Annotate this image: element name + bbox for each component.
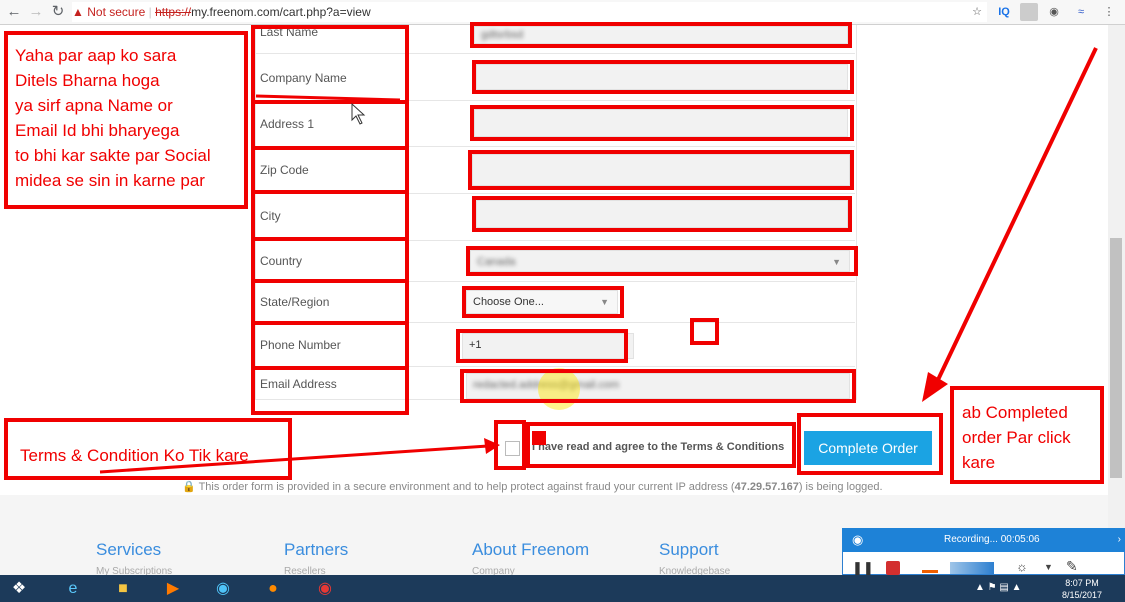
audio-level-indicator [922, 570, 938, 573]
annotation-arrows [99, 47, 1098, 474]
recorder-titlebar[interactable]: ◉ Recording... 00:05:06 › [842, 528, 1125, 552]
dropdown-arrow-icon[interactable]: ▼ [1044, 562, 1053, 572]
recording-status: Recording... 00:05:06 [944, 534, 1040, 545]
start-button-icon[interactable]: ❖ [4, 577, 34, 601]
annotation-stroke [255, 94, 401, 102]
internet-explorer-icon[interactable]: e [58, 577, 88, 601]
clock-time: 8:07 PM [1065, 578, 1099, 588]
clock-date: 8/15/2017 [1061, 590, 1103, 600]
chrome-icon[interactable]: ◉ [310, 577, 340, 601]
system-clock[interactable]: 8:07 PM 8/15/2017 [1058, 577, 1106, 601]
mouse-cursor-icon [351, 102, 366, 125]
file-explorer-icon[interactable]: ■ [108, 577, 138, 601]
webcam-icon[interactable]: ☼ [1016, 559, 1028, 574]
recorder-logo-icon: ◉ [852, 532, 864, 547]
volume-slider[interactable] [950, 562, 994, 574]
firefox-icon[interactable]: ● [258, 577, 288, 601]
arrow-head [484, 438, 500, 454]
tray-icons[interactable]: ▲ ⚑ ▤ ▲ [975, 582, 1022, 593]
collapse-icon[interactable]: › [1118, 528, 1121, 552]
arrow-head [922, 372, 948, 402]
media-player-icon[interactable]: ▶ [158, 577, 188, 601]
pause-icon[interactable]: ❚❚ [852, 560, 874, 576]
arrow-line [934, 47, 1098, 385]
pen-icon[interactable]: ✎ [1066, 558, 1078, 575]
arrow-line [99, 444, 489, 474]
recorder-app-icon[interactable]: ◉ [208, 577, 238, 601]
stop-icon[interactable] [886, 561, 900, 575]
